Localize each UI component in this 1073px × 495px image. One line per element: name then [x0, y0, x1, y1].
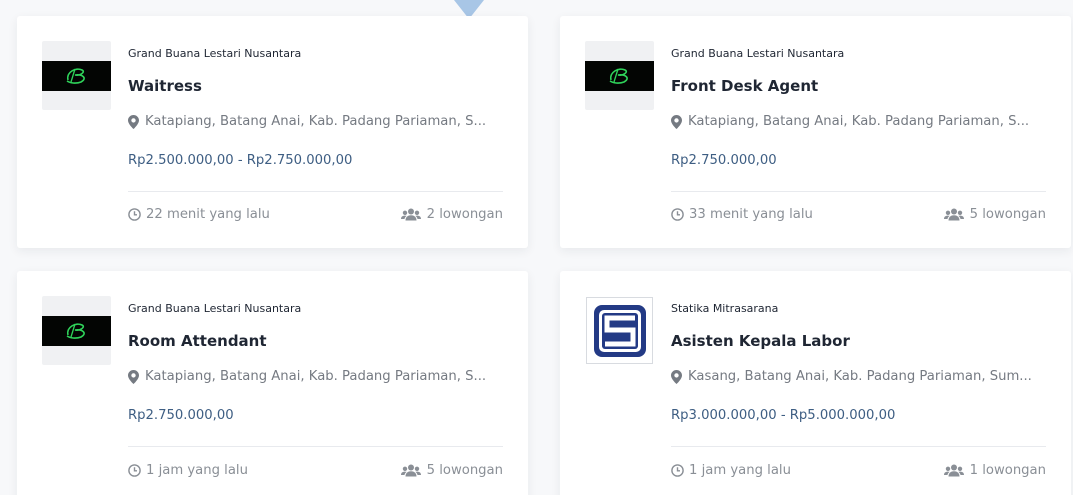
company-name[interactable]: Grand Buana Lestari Nusantara — [128, 302, 301, 315]
salary-range: Rp2.500.000,00 - Rp2.750.000,00 — [128, 153, 353, 168]
job-title[interactable]: Waitress — [128, 77, 202, 95]
salary-range: Rp3.000.000,00 - Rp5.000.000,00 — [671, 408, 896, 423]
company-logo — [585, 296, 654, 365]
posted-time: 33 menit yang lalu — [671, 207, 813, 222]
clock-icon — [128, 464, 141, 477]
card-divider — [128, 191, 503, 192]
job-card[interactable]: Statika Mitrasarana Asisten Kepala Labor… — [560, 271, 1071, 495]
users-icon — [400, 464, 421, 477]
users-icon — [400, 208, 421, 221]
card-divider — [671, 191, 1046, 192]
map-marker-icon — [128, 369, 139, 384]
posted-time-text: 33 menit yang lalu — [689, 207, 813, 222]
statika-logo — [586, 297, 653, 364]
job-location: Katapiang, Batang Anai, Kab. Padang Pari… — [128, 369, 486, 384]
job-listing-grid: Grand Buana Lestari Nusantara Waitress K… — [0, 0, 1073, 495]
posted-time-text: 1 jam yang lalu — [689, 463, 791, 478]
openings-count: 1 lowongan — [943, 463, 1046, 478]
posted-time: 22 menit yang lalu — [128, 207, 270, 222]
job-card[interactable]: Grand Buana Lestari Nusantara Waitress K… — [17, 16, 528, 248]
location-text: Kasang, Batang Anai, Kab. Padang Pariama… — [688, 369, 1032, 384]
salary-range: Rp2.750.000,00 — [128, 408, 234, 423]
location-text: Katapiang, Batang Anai, Kab. Padang Pari… — [145, 369, 487, 384]
card-divider — [128, 446, 503, 447]
company-logo — [42, 296, 111, 365]
map-marker-icon — [128, 114, 139, 129]
openings-count: 2 lowongan — [400, 207, 503, 222]
job-location: Kasang, Batang Anai, Kab. Padang Pariama… — [671, 369, 1032, 384]
company-logo — [585, 41, 654, 110]
card-divider — [671, 446, 1046, 447]
posted-time-text: 1 jam yang lalu — [146, 463, 248, 478]
location-text: Katapiang, Batang Anai, Kab. Padang Pari… — [145, 114, 487, 129]
job-location: Katapiang, Batang Anai, Kab. Padang Pari… — [128, 114, 486, 129]
company-name[interactable]: Grand Buana Lestari Nusantara — [128, 47, 301, 60]
company-name[interactable]: Statika Mitrasarana — [671, 302, 778, 315]
posted-time: 1 jam yang lalu — [128, 463, 248, 478]
job-title[interactable]: Front Desk Agent — [671, 77, 818, 95]
users-icon — [943, 464, 964, 477]
map-marker-icon — [671, 114, 682, 129]
posted-time-text: 22 menit yang lalu — [146, 207, 270, 222]
openings-text: 5 lowongan — [426, 463, 503, 478]
job-location: Katapiang, Batang Anai, Kab. Padang Pari… — [671, 114, 1029, 129]
map-marker-icon — [671, 369, 682, 384]
openings-text: 2 lowongan — [426, 207, 503, 222]
job-card[interactable]: Grand Buana Lestari Nusantara Front Desk… — [560, 16, 1071, 248]
grand-buana-logo — [585, 60, 654, 91]
openings-text: 5 lowongan — [969, 207, 1046, 222]
openings-count: 5 lowongan — [400, 463, 503, 478]
job-title[interactable]: Asisten Kepala Labor — [671, 332, 850, 350]
grand-buana-logo — [42, 315, 111, 346]
company-logo — [42, 41, 111, 110]
grand-buana-logo — [42, 60, 111, 91]
job-title[interactable]: Room Attendant — [128, 332, 267, 350]
users-icon — [943, 208, 964, 221]
salary-range: Rp2.750.000,00 — [671, 153, 777, 168]
posted-time: 1 jam yang lalu — [671, 463, 791, 478]
clock-icon — [671, 464, 684, 477]
clock-icon — [671, 208, 684, 221]
openings-text: 1 lowongan — [969, 463, 1046, 478]
openings-count: 5 lowongan — [943, 207, 1046, 222]
job-card[interactable]: Grand Buana Lestari Nusantara Room Atten… — [17, 271, 528, 495]
location-text: Katapiang, Batang Anai, Kab. Padang Pari… — [688, 114, 1030, 129]
clock-icon — [128, 208, 141, 221]
company-name[interactable]: Grand Buana Lestari Nusantara — [671, 47, 844, 60]
